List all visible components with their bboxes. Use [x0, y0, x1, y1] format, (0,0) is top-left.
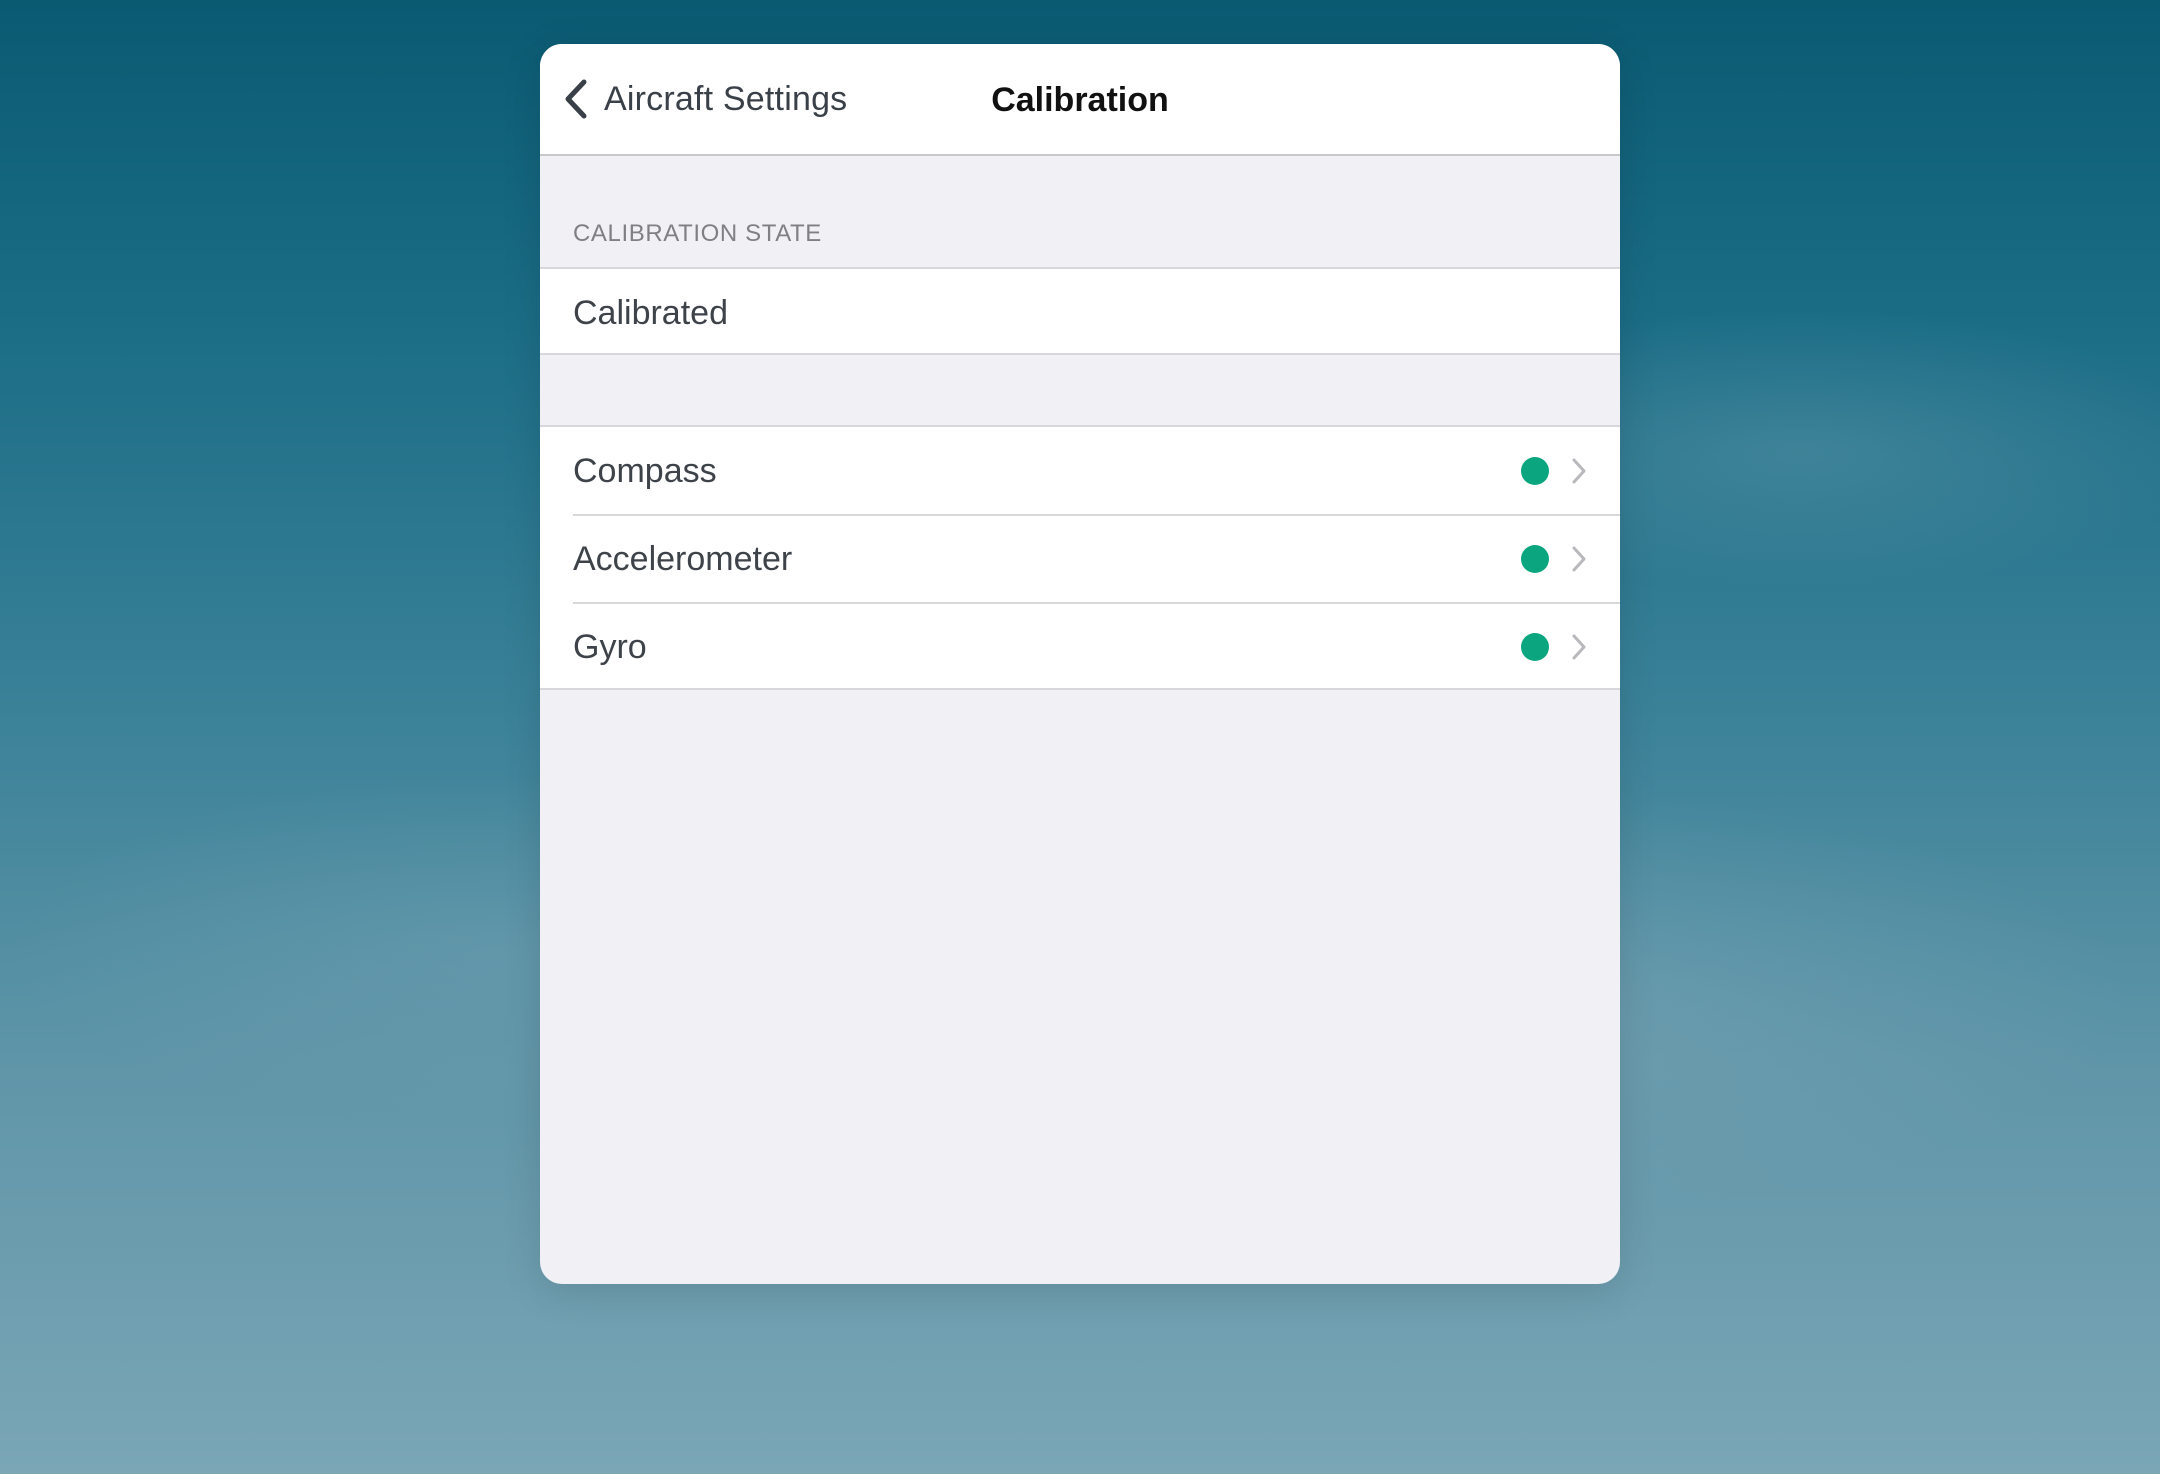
list-item-compass[interactable]: Compass — [540, 427, 1620, 515]
calibration-state-row: Calibrated — [540, 269, 1620, 357]
back-button-label: Aircraft Settings — [604, 79, 848, 118]
chevron-right-icon — [1570, 631, 1588, 663]
status-dot-icon — [1521, 545, 1549, 573]
navigation-bar: Aircraft Settings Calibration — [540, 44, 1620, 156]
calibration-panel: Aircraft Settings Calibration CALIBRATIO… — [540, 44, 1620, 1284]
list-item-gyro[interactable]: Gyro — [540, 603, 1620, 691]
list-item-accelerometer[interactable]: Accelerometer — [540, 515, 1620, 603]
calibration-state-group: Calibrated — [540, 267, 1620, 355]
list-item-label: Accelerometer — [573, 540, 793, 578]
section-header-calibration-state: CALIBRATION STATE — [573, 220, 822, 247]
status-dot-icon — [1521, 457, 1549, 485]
list-item-label: Compass — [573, 452, 717, 490]
calibration-state-value: Calibrated — [573, 294, 728, 332]
status-dot-icon — [1521, 633, 1549, 661]
back-button[interactable]: Aircraft Settings — [562, 68, 847, 130]
sensor-list: Compass Accelerometer Gyro — [540, 425, 1620, 690]
list-item-label: Gyro — [573, 628, 647, 666]
chevron-right-icon — [1570, 543, 1588, 575]
chevron-left-icon — [562, 77, 590, 121]
chevron-right-icon — [1570, 455, 1588, 487]
